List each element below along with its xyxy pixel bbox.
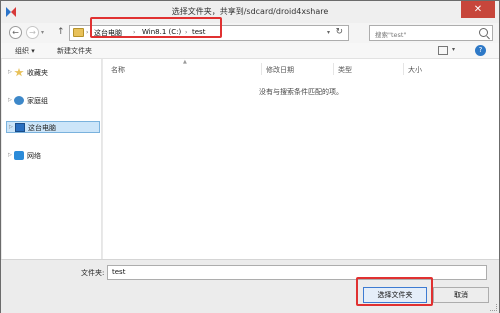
folder-icon: [73, 28, 84, 37]
computer-icon: [15, 123, 25, 132]
organize-button[interactable]: 组织 ▾: [15, 46, 35, 56]
navigation-pane: ▷ 收藏夹 ▷ 家庭组 ▷ 这台电脑 ▷ 网络: [2, 59, 102, 259]
address-highlight-box: [90, 17, 222, 38]
sidebar-item-this-pc[interactable]: ▷ 这台电脑: [6, 121, 100, 133]
up-button[interactable]: ↑: [57, 27, 65, 37]
refresh-icon[interactable]: ↻: [335, 27, 343, 37]
back-button[interactable]: ←: [9, 26, 22, 39]
empty-list-message: 没有与搜索条件匹配的项。: [259, 88, 343, 96]
close-button[interactable]: ✕: [461, 1, 495, 18]
star-icon: [14, 68, 24, 77]
search-input[interactable]: 搜索"test": [369, 25, 493, 41]
folder-label: 文件夹:: [81, 269, 105, 277]
title-bar: 选择文件夹，共享到/sdcard/droid4xshare ✕: [1, 1, 499, 23]
column-header-modified[interactable]: 修改日期: [266, 65, 294, 75]
sidebar-item-label: 网络: [27, 152, 41, 160]
history-dropdown-icon[interactable]: ▾: [41, 29, 44, 36]
dialog-title: 选择文件夹，共享到/sdcard/droid4xshare: [171, 7, 329, 16]
view-options-icon[interactable]: [438, 46, 448, 55]
column-divider[interactable]: [403, 63, 404, 75]
resize-grip[interactable]: [490, 304, 497, 311]
forward-button[interactable]: →: [26, 26, 39, 39]
expand-arrow-icon[interactable]: ▷: [8, 69, 12, 75]
breadcrumb-separator: ›: [86, 29, 89, 36]
button-highlight-box: [356, 277, 433, 306]
sort-indicator-icon: ▲: [183, 59, 187, 65]
help-icon[interactable]: ?: [475, 45, 486, 56]
command-bar: 组织 ▾ 新建文件夹 ▾ ?: [1, 43, 499, 59]
view-dropdown-icon[interactable]: ▾: [452, 46, 455, 53]
column-header-name[interactable]: 名称: [111, 65, 125, 75]
new-folder-button[interactable]: 新建文件夹: [57, 46, 92, 56]
column-header-size[interactable]: 大小: [408, 65, 422, 75]
cancel-button[interactable]: 取消: [433, 287, 489, 303]
search-placeholder: 搜索"test": [375, 31, 407, 39]
column-divider[interactable]: [333, 63, 334, 75]
expand-arrow-icon[interactable]: ▷: [8, 152, 12, 158]
homegroup-icon: [14, 96, 24, 105]
search-icon[interactable]: [479, 28, 488, 37]
column-header-type[interactable]: 类型: [338, 65, 352, 75]
address-dropdown-icon[interactable]: ▾: [327, 29, 330, 36]
sidebar-item-homegroup[interactable]: ▷ 家庭组: [6, 95, 100, 107]
sidebar-item-label: 收藏夹: [27, 69, 48, 77]
sidebar-item-label: 家庭组: [27, 97, 48, 105]
folder-picker-dialog: 选择文件夹，共享到/sdcard/droid4xshare ✕ ← → ▾ ↑ …: [0, 0, 500, 313]
sidebar-item-label: 这台电脑: [28, 124, 56, 132]
network-icon: [14, 151, 24, 160]
column-divider[interactable]: [261, 63, 262, 75]
sidebar-item-favorites[interactable]: ▷ 收藏夹: [6, 67, 100, 79]
address-row: ← → ▾ ↑ › 这台电脑 › Win8.1 (C:) › test ▾ ↻ …: [1, 23, 499, 43]
sidebar-item-network[interactable]: ▷ 网络: [6, 150, 100, 162]
expand-arrow-icon[interactable]: ▷: [9, 124, 13, 130]
file-list[interactable]: ▲ 名称 修改日期 类型 大小 没有与搜索条件匹配的项。: [103, 59, 499, 259]
expand-arrow-icon[interactable]: ▷: [8, 97, 12, 103]
